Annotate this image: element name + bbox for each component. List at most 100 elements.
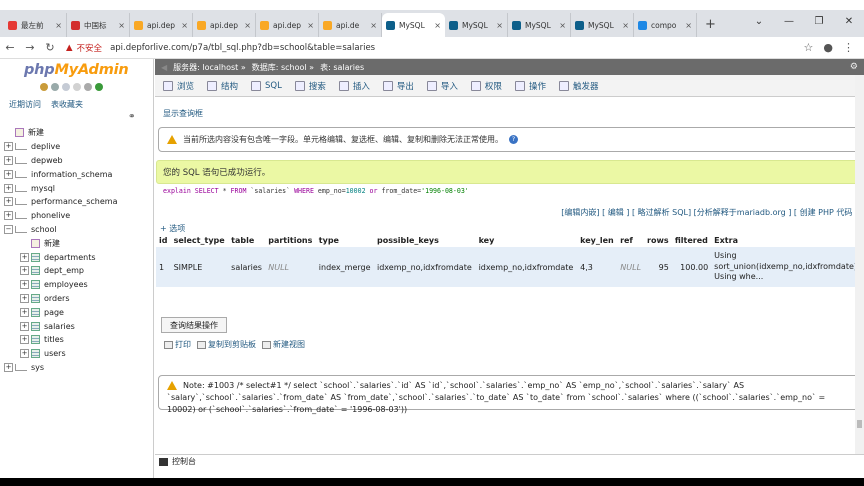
help-icon[interactable]: ? — [509, 135, 518, 144]
scrollbar-thumb[interactable] — [857, 420, 862, 428]
menu-item[interactable]: 浏览 — [163, 80, 194, 92]
expand-icon[interactable]: + — [20, 335, 29, 345]
link-icon[interactable]: ⚭ — [128, 112, 136, 122]
menu-item[interactable]: 导入 — [426, 80, 458, 92]
expand-icon[interactable]: + — [20, 307, 29, 317]
browser-tab[interactable]: MySQL × — [508, 13, 571, 37]
breadcrumb-db[interactable]: 数据库: school » — [252, 62, 314, 73]
tree-item-new[interactable]: 新建 — [4, 126, 154, 140]
tab-close-icon[interactable]: × — [434, 21, 441, 30]
docs-icon[interactable] — [73, 83, 81, 91]
tab-close-icon[interactable]: × — [622, 21, 629, 30]
expand-icon[interactable]: + — [4, 362, 13, 372]
url-field[interactable]: ▲ 不安全 api.depforlive.com/p7a/tbl_sql.php… — [66, 39, 804, 57]
query-icon[interactable] — [62, 83, 70, 91]
tab-close-icon[interactable]: × — [370, 21, 377, 30]
tree-item-deplive[interactable]: + deplive — [4, 140, 154, 154]
breadcrumb-server[interactable]: 服务器: localhost » — [173, 62, 246, 73]
tab-close-icon[interactable]: × — [118, 21, 125, 30]
tree-item-school[interactable]: − school — [4, 223, 154, 237]
recent-link[interactable]: 近期访问 — [9, 99, 41, 110]
tab-close-icon[interactable]: × — [307, 21, 314, 30]
console-bar[interactable]: 控制台 — [155, 454, 864, 468]
collapse-arrow-icon[interactable]: ◀ — [161, 63, 167, 72]
browser-tab[interactable]: 中国标 × — [67, 13, 130, 37]
tree-item-orders[interactable]: + orders — [4, 292, 154, 306]
reload-nav-icon[interactable] — [95, 83, 103, 91]
breadcrumb-table[interactable]: 表: salaries — [320, 62, 364, 73]
create-view-link[interactable]: 新建视图 — [262, 339, 305, 350]
browser-tab[interactable]: api.dep × — [256, 13, 319, 37]
menu-item[interactable]: 操作 — [514, 80, 546, 92]
settings-icon[interactable] — [84, 83, 92, 91]
tree-item-depweb[interactable]: + depweb — [4, 154, 154, 168]
maximize-button[interactable]: ❐ — [804, 10, 834, 37]
browser-tab[interactable]: 最左前 × — [4, 13, 67, 37]
menu-item[interactable]: 导出 — [382, 80, 414, 92]
close-window-button[interactable]: ✕ — [834, 10, 864, 37]
browser-tab[interactable]: api.dep × — [193, 13, 256, 37]
browser-tab[interactable]: compo × — [634, 13, 697, 37]
tree-item-departments[interactable]: + departments — [4, 250, 154, 264]
column-header[interactable]: table — [228, 233, 266, 247]
new-tab-button[interactable]: + — [697, 13, 724, 37]
expand-icon[interactable]: + — [20, 252, 29, 262]
tree-item-employees[interactable]: + employees — [4, 278, 154, 292]
column-header[interactable]: id — [156, 233, 171, 247]
browser-tab[interactable]: api.dep × — [130, 13, 193, 37]
column-header[interactable]: partitions — [265, 233, 316, 247]
sql-action-links[interactable]: [编辑内嵌] [ 编辑 ] [ 略过解析 SQL] [分析解释于mariadb.… — [561, 207, 858, 218]
phpmyadmin-logo[interactable]: phpMyAdmin — [24, 62, 129, 78]
expand-icon[interactable]: + — [4, 155, 13, 165]
tab-close-icon[interactable]: × — [244, 21, 251, 30]
print-link[interactable]: 打印 — [164, 339, 191, 350]
tree-item-users[interactable]: + users — [4, 347, 154, 361]
collapse-icon[interactable]: − — [4, 224, 13, 234]
expand-icon[interactable]: + — [20, 293, 29, 303]
tree-item-titles[interactable]: + titles — [4, 333, 154, 347]
menu-item[interactable]: 插入 — [338, 80, 370, 92]
minimize-button[interactable]: — — [774, 10, 804, 37]
exit-icon[interactable] — [51, 83, 59, 91]
tree-item-sys[interactable]: + sys — [4, 361, 154, 375]
tree-item-information_schema[interactable]: + information_schema — [4, 167, 154, 181]
tree-item-salaries[interactable]: + salaries — [4, 319, 154, 333]
home-icon[interactable] — [40, 83, 48, 91]
column-header[interactable]: rows — [644, 233, 672, 247]
tab-close-icon[interactable]: × — [685, 21, 692, 30]
tree-item-dept_emp[interactable]: + dept_emp — [4, 264, 154, 278]
browser-tab[interactable]: api.de × — [319, 13, 382, 37]
column-header[interactable]: filtered — [671, 233, 712, 247]
browser-tab[interactable]: MySQL × — [445, 13, 508, 37]
browser-tab[interactable]: MySQL × — [571, 13, 634, 37]
back-icon[interactable]: ← — [0, 41, 20, 54]
menu-item[interactable]: 结构 — [207, 80, 238, 92]
forward-icon[interactable]: → — [20, 41, 40, 54]
tab-close-icon[interactable]: × — [496, 21, 503, 30]
column-header[interactable]: possible_keys — [373, 233, 476, 247]
expand-icon[interactable]: + — [20, 349, 29, 359]
expand-icon[interactable]: + — [4, 183, 13, 193]
tab-close-icon[interactable]: × — [55, 21, 62, 30]
menu-item[interactable]: 权限 — [470, 80, 502, 92]
expand-icon[interactable]: + — [4, 169, 13, 179]
column-header[interactable]: ref — [617, 233, 645, 247]
expand-icon[interactable]: + — [4, 142, 13, 152]
menu-kebab-icon[interactable]: ⋮ — [843, 41, 854, 54]
copy-clipboard-link[interactable]: 复制到剪贴板 — [197, 339, 256, 350]
tree-item-new[interactable]: 新建 — [4, 236, 154, 250]
tree-item-page[interactable]: + page — [4, 305, 154, 319]
tree-item-mysql[interactable]: + mysql — [4, 181, 154, 195]
menu-item[interactable]: 触发器 — [558, 80, 598, 92]
browser-tab[interactable]: MySQL × — [382, 13, 445, 37]
bookmark-star-icon[interactable]: ☆ — [804, 41, 814, 54]
column-header[interactable]: key_len — [577, 233, 618, 247]
expand-icon[interactable]: + — [20, 280, 29, 290]
expand-icon[interactable]: + — [4, 211, 13, 221]
column-header[interactable]: key — [475, 233, 578, 247]
show-query-box-link[interactable]: 显示查询框 — [163, 108, 203, 119]
favorites-link[interactable]: 表收藏夹 — [51, 99, 83, 110]
column-header[interactable]: select_type — [170, 233, 229, 247]
profile-icon[interactable]: ● — [823, 41, 833, 54]
tab-close-icon[interactable]: × — [559, 21, 566, 30]
